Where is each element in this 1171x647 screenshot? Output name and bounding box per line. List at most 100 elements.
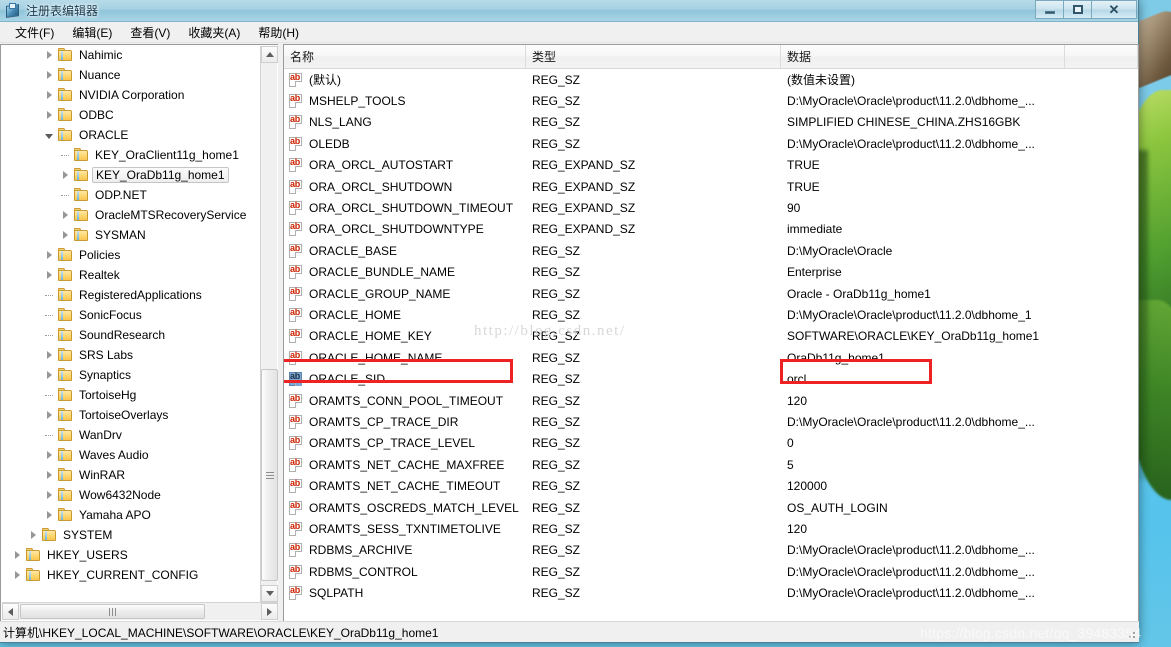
value-type-cell: REG_EXPAND_SZ — [532, 179, 636, 194]
table-row[interactable]: ab ORA_ORCL_AUTOSTART REG_EXPAND_SZ TRUE — [284, 155, 1138, 176]
chevron-right-icon[interactable] — [41, 67, 57, 83]
tree-item-hkey-current-config[interactable]: HKEY_CURRENT_CONFIG — [1, 565, 257, 585]
chevron-right-icon[interactable] — [57, 227, 73, 243]
tree-item-tortoisehg[interactable]: TortoiseHg — [1, 385, 257, 405]
chevron-right-icon[interactable] — [41, 407, 57, 423]
menu-item-favorites[interactable]: 收藏夹(A) — [179, 22, 249, 43]
table-row[interactable]: ab ORAMTS_NET_CACHE_MAXFREE REG_SZ 5 — [284, 454, 1138, 475]
table-row[interactable]: ab ORAMTS_NET_CACHE_TIMEOUT REG_SZ 120000 — [284, 475, 1138, 496]
table-row[interactable]: ab ORAMTS_CP_TRACE_DIR REG_SZ D:\MyOracle\O… — [284, 411, 1138, 432]
table-row[interactable]: ab NLS_LANG REG_SZ SIMPLIFIED CHINESE_CHINA… — [284, 112, 1138, 133]
column-header-data[interactable]: 数据 — [781, 45, 1065, 68]
tree-scroll-left-button[interactable] — [2, 603, 19, 620]
table-row[interactable]: ab ORACLE_BUNDLE_NAME REG_SZ Enterprise — [284, 262, 1138, 283]
tree-item-registeredapplications[interactable]: RegisteredApplications — [1, 285, 257, 305]
registry-values-list[interactable]: ab (默认) REG_SZ (数值未设置) ab MSHELP_TOOLS REG_SZ D… — [284, 69, 1138, 604]
table-row[interactable]: ab RDBMS_ARCHIVE REG_SZ D:\MyOracle\Oracle\… — [284, 540, 1138, 561]
menu-item-file[interactable]: 文件(F) — [6, 22, 63, 43]
chevron-right-icon[interactable] — [41, 267, 57, 283]
tree-item-winrar[interactable]: WinRAR — [1, 465, 257, 485]
tree-item-key-oraclient11g-home1[interactable]: KEY_OraClient11g_home1 — [1, 145, 257, 165]
close-button[interactable]: ✕ — [1091, 0, 1137, 19]
chevron-right-icon[interactable] — [41, 507, 57, 523]
menu-item-help[interactable]: 帮助(H) — [249, 22, 308, 43]
value-data-cell: 120000 — [787, 479, 828, 494]
tree-scroll-down-button[interactable] — [261, 585, 278, 602]
menu-item-edit[interactable]: 编辑(E) — [63, 22, 121, 43]
chevron-right-icon[interactable] — [41, 467, 57, 483]
tree-vertical-scrollbar[interactable] — [260, 46, 278, 602]
tree-item-waves-audio[interactable]: Waves Audio — [1, 445, 257, 465]
table-row[interactable]: ab MSHELP_TOOLS REG_SZ D:\MyOracle\Oracle\p… — [284, 90, 1138, 111]
tree-item-srs-labs[interactable]: SRS Labs — [1, 345, 257, 365]
title-bar[interactable]: 注册表编辑器 ✕ — [0, 0, 1138, 22]
chevron-right-icon[interactable] — [41, 447, 57, 463]
tree-item-wandrv[interactable]: WanDrv — [1, 425, 257, 445]
chevron-right-icon[interactable] — [41, 47, 57, 63]
table-row[interactable]: ab ORAMTS_CONN_POOL_TIMEOUT REG_SZ 120 — [284, 390, 1138, 411]
table-row[interactable]: ab (默认) REG_SZ (数值未设置) — [284, 69, 1138, 90]
chevron-right-icon[interactable] — [57, 207, 73, 223]
tree-scroll-right-button[interactable] — [261, 603, 278, 620]
value-type-cell: REG_SZ — [532, 307, 581, 322]
tree-item-soundresearch[interactable]: SoundResearch — [1, 325, 257, 345]
minimize-button[interactable] — [1035, 0, 1064, 19]
menu-item-view[interactable]: 查看(V) — [121, 22, 179, 43]
tree-item-policies[interactable]: Policies — [1, 245, 257, 265]
value-data-cell: 5 — [787, 457, 794, 472]
tree-item-tortoiseoverlays[interactable]: TortoiseOverlays — [1, 405, 257, 425]
table-row[interactable]: ab ORACLE_HOME_NAME REG_SZ OraDb11g_home1 — [284, 347, 1138, 368]
value-data-cell: SOFTWARE\ORACLE\KEY_OraDb11g_home1 — [787, 329, 1040, 344]
chevron-right-icon[interactable] — [41, 87, 57, 103]
chevron-right-icon[interactable] — [9, 567, 25, 583]
column-header-name[interactable]: 名称 — [284, 45, 526, 68]
maximize-button[interactable] — [1063, 0, 1092, 19]
table-row[interactable]: ab ORACLE_BASE REG_SZ D:\MyOracle\Oracle — [284, 240, 1138, 261]
table-row[interactable]: ab ORA_ORCL_SHUTDOWNTYPE REG_EXPAND_SZ imme… — [284, 219, 1138, 240]
tree-scrollbar-thumb[interactable] — [261, 369, 278, 581]
tree-scroll-up-button[interactable] — [261, 46, 278, 63]
tree-item-nahimic[interactable]: Nahimic — [1, 45, 257, 65]
tree-item-wow6432node[interactable]: Wow6432Node — [1, 485, 257, 505]
tree-item-hkey-users[interactable]: HKEY_USERS — [1, 545, 257, 565]
chevron-right-icon[interactable] — [41, 247, 57, 263]
tree-item-nvidia-corporation[interactable]: NVIDIA Corporation — [1, 85, 257, 105]
tree-item-nuance[interactable]: Nuance — [1, 65, 257, 85]
table-row[interactable]: ab RDBMS_CONTROL REG_SZ D:\MyOracle\Oracle\… — [284, 561, 1138, 582]
chevron-down-icon[interactable] — [41, 127, 57, 143]
table-row[interactable]: ab ORA_ORCL_SHUTDOWN REG_EXPAND_SZ TRUE — [284, 176, 1138, 197]
table-row[interactable]: ab ORACLE_HOME_KEY REG_SZ SOFTWARE\ORACLE\K… — [284, 326, 1138, 347]
tree-item-odp-net[interactable]: ODP.NET — [1, 185, 257, 205]
registry-tree[interactable]: Nahimic Nuance NVIDIA Corporation ODBC ORACL… — [1, 45, 257, 601]
tree-item-sysman[interactable]: SYSMAN — [1, 225, 257, 245]
table-row[interactable]: ab ORACLE_GROUP_NAME REG_SZ Oracle - OraDb1… — [284, 283, 1138, 304]
table-row[interactable]: ab ORACLE_HOME REG_SZ D:\MyOracle\Oracle\pr… — [284, 304, 1138, 325]
tree-item-system[interactable]: SYSTEM — [1, 525, 257, 545]
tree-item-realtek[interactable]: Realtek — [1, 265, 257, 285]
tree-item-odbc[interactable]: ODBC — [1, 105, 257, 125]
table-row[interactable]: ab ORAMTS_SESS_TXNTIMETOLIVE REG_SZ 120 — [284, 518, 1138, 539]
table-row[interactable]: ab ORA_ORCL_SHUTDOWN_TIMEOUT REG_EXPAND_SZ… — [284, 197, 1138, 218]
table-row[interactable]: ab SQLPATH REG_SZ D:\MyOracle\Oracle\produc… — [284, 582, 1138, 603]
tree-horizontal-scrollbar[interactable] — [2, 602, 278, 620]
tree-item-synaptics[interactable]: Synaptics — [1, 365, 257, 385]
chevron-right-icon[interactable] — [41, 107, 57, 123]
table-row[interactable]: ab OLEDB REG_SZ D:\MyOracle\Oracle\product\… — [284, 133, 1138, 154]
chevron-right-icon[interactable] — [41, 487, 57, 503]
tree-item-oraclemtsrecoveryservice[interactable]: OracleMTSRecoveryService — [1, 205, 257, 225]
tree-item-oracle[interactable]: ORACLE — [1, 125, 257, 145]
chevron-right-icon[interactable] — [25, 527, 41, 543]
chevron-right-icon[interactable] — [41, 347, 57, 363]
table-row[interactable]: ab ORAMTS_CP_TRACE_LEVEL REG_SZ 0 — [284, 433, 1138, 454]
column-header-type[interactable]: 类型 — [526, 45, 781, 68]
table-row[interactable]: ab ORAMTS_OSCREDS_MATCH_LEVEL REG_SZ OS_AUT… — [284, 497, 1138, 518]
chevron-right-icon[interactable] — [9, 547, 25, 563]
tree-item-yamaha-apo[interactable]: Yamaha APO — [1, 505, 257, 525]
chevron-right-icon[interactable] — [41, 367, 57, 383]
table-row[interactable]: ab ORACLE_SID REG_SZ orcl — [284, 368, 1138, 389]
chevron-right-icon[interactable] — [57, 167, 73, 183]
tree-hscrollbar-thumb[interactable] — [20, 604, 205, 619]
resize-grip-icon[interactable] — [1125, 628, 1137, 640]
tree-item-key-oradb11g-home1[interactable]: KEY_OraDb11g_home1 — [1, 165, 257, 185]
tree-item-sonicfocus[interactable]: SonicFocus — [1, 305, 257, 325]
